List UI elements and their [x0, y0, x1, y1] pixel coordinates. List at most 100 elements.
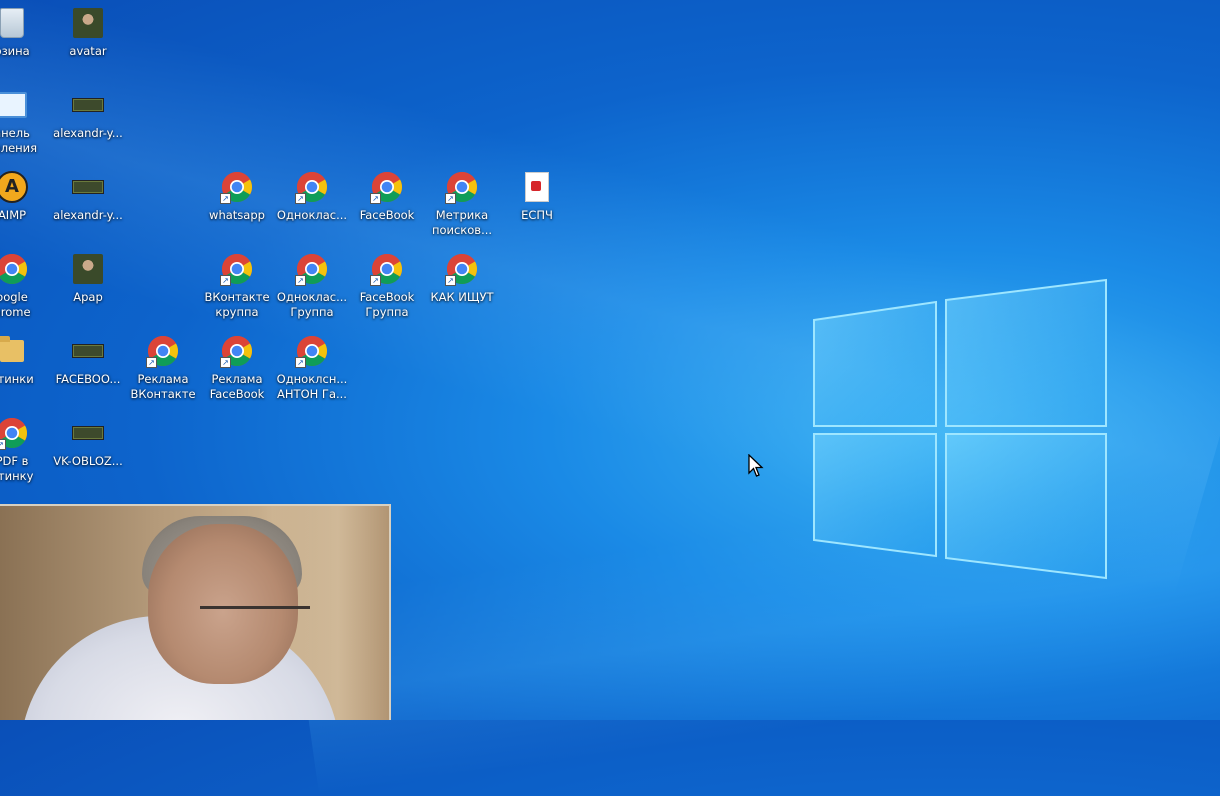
shortcut-arrow-icon: ↗	[220, 193, 231, 204]
desktop-icon-image: ↗	[370, 170, 404, 204]
image-file-icon	[73, 254, 103, 284]
desktop-icon-image	[0, 252, 29, 286]
desktop-icon-image: ↗	[370, 252, 404, 286]
desktop-icon-arar[interactable]: Арар	[50, 246, 126, 326]
desktop-icon-label: Одноклас... Группа	[276, 290, 348, 319]
desktop-icon-image	[71, 334, 105, 368]
desktop-icon-fb-group[interactable]: ↗ FaceBook Группа	[349, 246, 425, 326]
image-file-icon	[72, 180, 104, 194]
desktop-icon-image: ↗	[146, 334, 180, 368]
shortcut-arrow-icon: ↗	[295, 357, 306, 368]
desktop-icon-image	[71, 252, 105, 286]
desktop-icon-image: ↗	[220, 170, 254, 204]
desktop-icon-image: ↗	[220, 252, 254, 286]
webcam-overlay	[0, 504, 391, 720]
desktop-icon-label: Арар	[73, 290, 103, 304]
image-file-icon	[73, 8, 103, 38]
desktop-icon-label: alexandr-y...	[53, 126, 123, 140]
desktop-icon-label: ЕСПЧ	[521, 208, 553, 222]
windows-logo	[813, 278, 1107, 580]
desktop-icon-label: FaceBook Группа	[359, 290, 415, 319]
desktop-icon-label: КАК ИЩУТ	[430, 290, 494, 304]
folder-icon	[0, 336, 24, 362]
desktop-icon-label: Одноклсн... АНТОН Га...	[276, 372, 348, 401]
desktop-icon-ok-group[interactable]: ↗ Одноклас... Группа	[274, 246, 350, 326]
desktop-icon-vk-oblozhka[interactable]: VK-OBLOZ...	[50, 410, 126, 490]
shortcut-arrow-icon: ↗	[370, 275, 381, 286]
aimp-icon: A	[0, 171, 28, 203]
desktop-icon-image: ↗	[445, 252, 479, 286]
person-head	[148, 524, 298, 684]
chrome-icon	[0, 253, 28, 285]
desktop-icon-label: avatar	[69, 44, 107, 58]
desktop-icon-label: whatsapp	[209, 208, 265, 222]
desktop-icon-label: VK-OBLOZ...	[53, 454, 123, 468]
shortcut-arrow-icon: ↗	[295, 275, 306, 286]
desktop-icon-label: Реклама ВКонтакте	[130, 372, 196, 401]
desktop-icon-label: рзина	[0, 44, 30, 58]
desktop-icon-image	[71, 170, 105, 204]
control-panel-icon	[0, 92, 27, 118]
desktop-icon-whatsapp[interactable]: ↗ whatsapp	[199, 164, 275, 244]
desktop-icon-google-chrome[interactable]: oogle hrome	[0, 246, 50, 326]
desktop-icon-label: oogle hrome	[0, 290, 31, 319]
shortcut-arrow-icon: ↗	[295, 193, 306, 204]
desktop-icon-aimp[interactable]: A AIMP	[0, 164, 50, 244]
desktop-icon-ok-anton[interactable]: ↗ Одноклсн... АНТОН Га...	[274, 328, 350, 408]
desktop-icon-image: ↗	[295, 252, 329, 286]
desktop-icon-ad-fb[interactable]: ↗ Реклама FaceBook	[199, 328, 275, 408]
shortcut-arrow-icon: ↗	[370, 193, 381, 204]
desktop-icon-ad-vk[interactable]: ↗ Реклама ВКонтакте	[125, 328, 201, 408]
desktop-icon-image	[520, 170, 554, 204]
desktop-icon-label: ВКонтакте круппа	[204, 290, 270, 319]
desktop-icon-espch[interactable]: ЕСПЧ	[499, 164, 575, 244]
image-file-icon	[72, 426, 104, 440]
desktop-icon-label: анель авления	[0, 126, 38, 155]
desktop-icon-image	[0, 88, 29, 122]
image-file-icon	[72, 344, 104, 358]
pdf-file-icon	[525, 172, 549, 202]
desktop-icon-control-panel[interactable]: анель авления	[0, 82, 50, 162]
desktop-icon-image: ↗	[445, 170, 479, 204]
desktop-icon-recycle[interactable]: рзина	[0, 0, 50, 80]
person-glasses	[200, 606, 310, 635]
desktop-icon-odnoklassniki[interactable]: ↗ Одноклас...	[274, 164, 350, 244]
desktop-icon-vk-group[interactable]: ↗ ВКонтакте круппа	[199, 246, 275, 326]
desktop-icon-kartinki[interactable]: ртинки	[0, 328, 50, 408]
shortcut-arrow-icon: ↗	[445, 193, 456, 204]
desktop-icon-label: Одноклас...	[276, 208, 348, 222]
recycle-bin-icon	[0, 8, 24, 38]
desktop-icon-image	[71, 6, 105, 40]
desktop-icon-label: alexandr-y...	[53, 208, 123, 222]
image-file-icon	[72, 98, 104, 112]
desktop-icon-image: ↗	[295, 334, 329, 368]
desktop-icon-image	[0, 6, 29, 40]
desktop-icon-image	[0, 334, 29, 368]
desktop-icon-label: FACEBOO...	[55, 372, 121, 386]
desktop-icon-avatar[interactable]: avatar	[50, 0, 126, 80]
shortcut-arrow-icon: ↗	[445, 275, 456, 286]
mouse-cursor-icon	[748, 454, 764, 477]
shortcut-arrow-icon: ↗	[220, 275, 231, 286]
desktop-icon-label: Реклама FaceBook	[209, 372, 265, 401]
desktop-icon-image: ↗	[295, 170, 329, 204]
desktop-icon-kak-ishchut[interactable]: ↗ КАК ИЩУТ	[424, 246, 500, 326]
desktop-icon-image	[71, 416, 105, 450]
desktop-icon-metrika[interactable]: ↗ Метрика поисков...	[424, 164, 500, 244]
desktop-icon-label: AIMP	[0, 208, 27, 222]
desktop-icon-label: Метрика поисков...	[431, 208, 493, 237]
desktop-icon-image	[71, 88, 105, 122]
desktop-icon-label: PDF в ртинку	[0, 454, 34, 483]
desktop-icon-label: ртинки	[0, 372, 34, 386]
desktop-icon-pdf-to-image[interactable]: ↗ PDF в ртинку	[0, 410, 50, 490]
desktop-icon-label: FaceBook	[359, 208, 415, 222]
desktop-icon-facebook[interactable]: ↗ FaceBook	[349, 164, 425, 244]
desktop-icon-image: ↗	[0, 416, 29, 450]
shortcut-arrow-icon: ↗	[146, 357, 157, 368]
desktop-icon-facebook-file[interactable]: FACEBOO...	[50, 328, 126, 408]
shortcut-arrow-icon: ↗	[0, 439, 6, 450]
desktop-icon-alexandr-2[interactable]: alexandr-y...	[50, 164, 126, 244]
desktop-icon-alexandr-1[interactable]: alexandr-y...	[50, 82, 126, 162]
desktop-icon-image: ↗	[220, 334, 254, 368]
desktop-icon-image: A	[0, 170, 29, 204]
